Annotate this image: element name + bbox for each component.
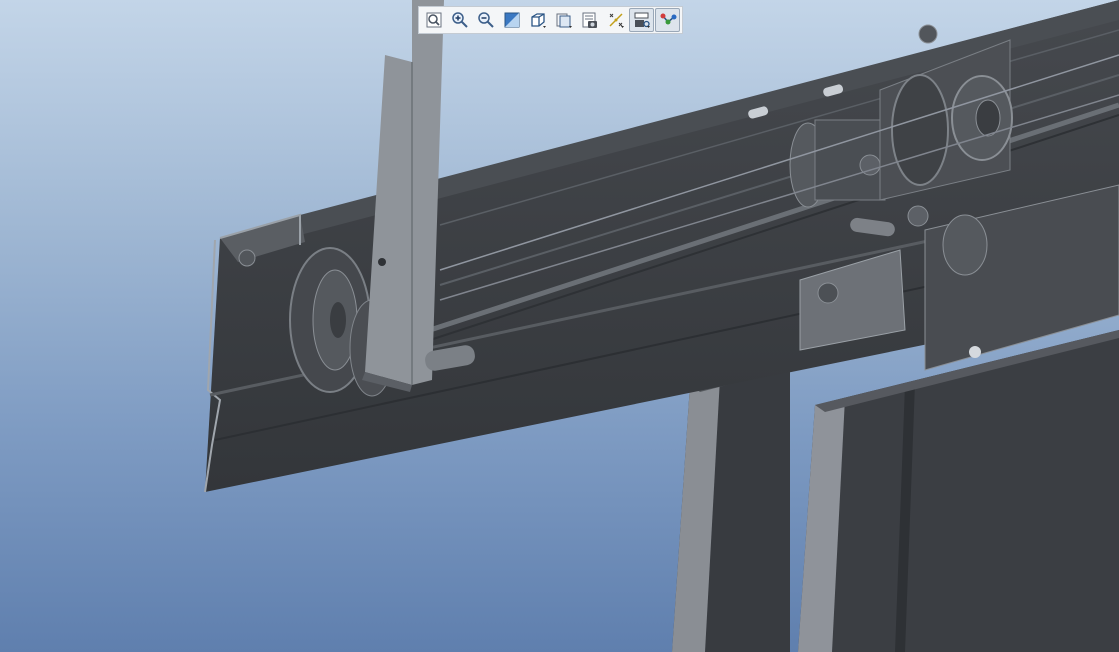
saved-views-icon <box>556 13 572 28</box>
spin-center-icon <box>660 13 676 25</box>
cad-viewport[interactable] <box>0 0 1119 652</box>
refit-button[interactable] <box>421 8 446 32</box>
view-manager-icon <box>582 12 597 28</box>
zoom-in-button[interactable] <box>447 8 472 32</box>
zoom-in-icon <box>451 12 468 28</box>
display-style-button[interactable] <box>525 8 550 32</box>
zoom-out-button[interactable] <box>473 8 498 32</box>
door-panel-front <box>798 330 1119 652</box>
refit-icon <box>426 12 441 28</box>
repaint-icon <box>504 12 519 28</box>
datum-display-button[interactable] <box>603 8 628 32</box>
view-manager-button[interactable] <box>577 8 602 32</box>
door-panel-back <box>672 360 800 652</box>
repaint-button[interactable] <box>499 8 524 32</box>
spin-center-button[interactable] <box>655 8 680 32</box>
saved-views-button[interactable] <box>551 8 576 32</box>
datum-display-icon <box>608 13 624 28</box>
display-style-icon <box>530 13 546 28</box>
zoom-out-icon <box>477 12 494 28</box>
annotation-display-button[interactable] <box>629 8 654 32</box>
annotation-display-icon <box>634 12 650 28</box>
view-toolbar <box>418 6 683 34</box>
